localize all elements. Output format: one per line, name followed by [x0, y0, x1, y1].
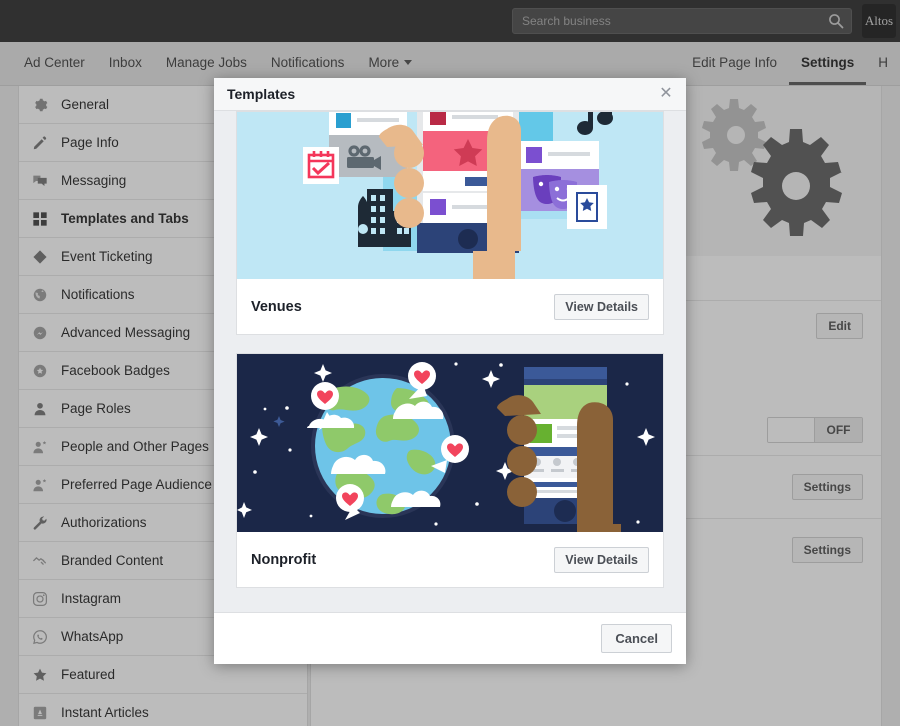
- template-card-venues: Venues View Details: [236, 111, 664, 335]
- dialog-footer: Cancel: [214, 612, 686, 664]
- cancel-button[interactable]: Cancel: [601, 624, 672, 653]
- dialog-body[interactable]: Venues View Details Nonprofit View Detai…: [214, 111, 686, 612]
- nonprofit-card-footer: Nonprofit View Details: [237, 532, 663, 587]
- dialog-header: Templates ✕: [214, 78, 686, 111]
- view-details-button-nonprofit[interactable]: View Details: [554, 546, 649, 573]
- modal-overlay: Templates ✕ Venues View Details Nonprofi…: [0, 0, 900, 726]
- template-card-nonprofit: Nonprofit View Details: [236, 353, 664, 588]
- page-root: Altos Ad Center Inbox Manage Jobs Notifi…: [0, 0, 900, 726]
- nonprofit-illustration: [237, 354, 663, 532]
- venues-card-footer: Venues View Details: [237, 279, 663, 334]
- template-name: Nonprofit: [251, 551, 317, 568]
- venues-illustration: [237, 112, 663, 279]
- dialog-title: Templates: [227, 86, 296, 102]
- template-name: Venues: [251, 298, 302, 315]
- templates-dialog: Templates ✕ Venues View Details Nonprofi…: [214, 78, 686, 664]
- view-details-button-venues[interactable]: View Details: [554, 293, 649, 320]
- close-icon[interactable]: ✕: [656, 84, 676, 104]
